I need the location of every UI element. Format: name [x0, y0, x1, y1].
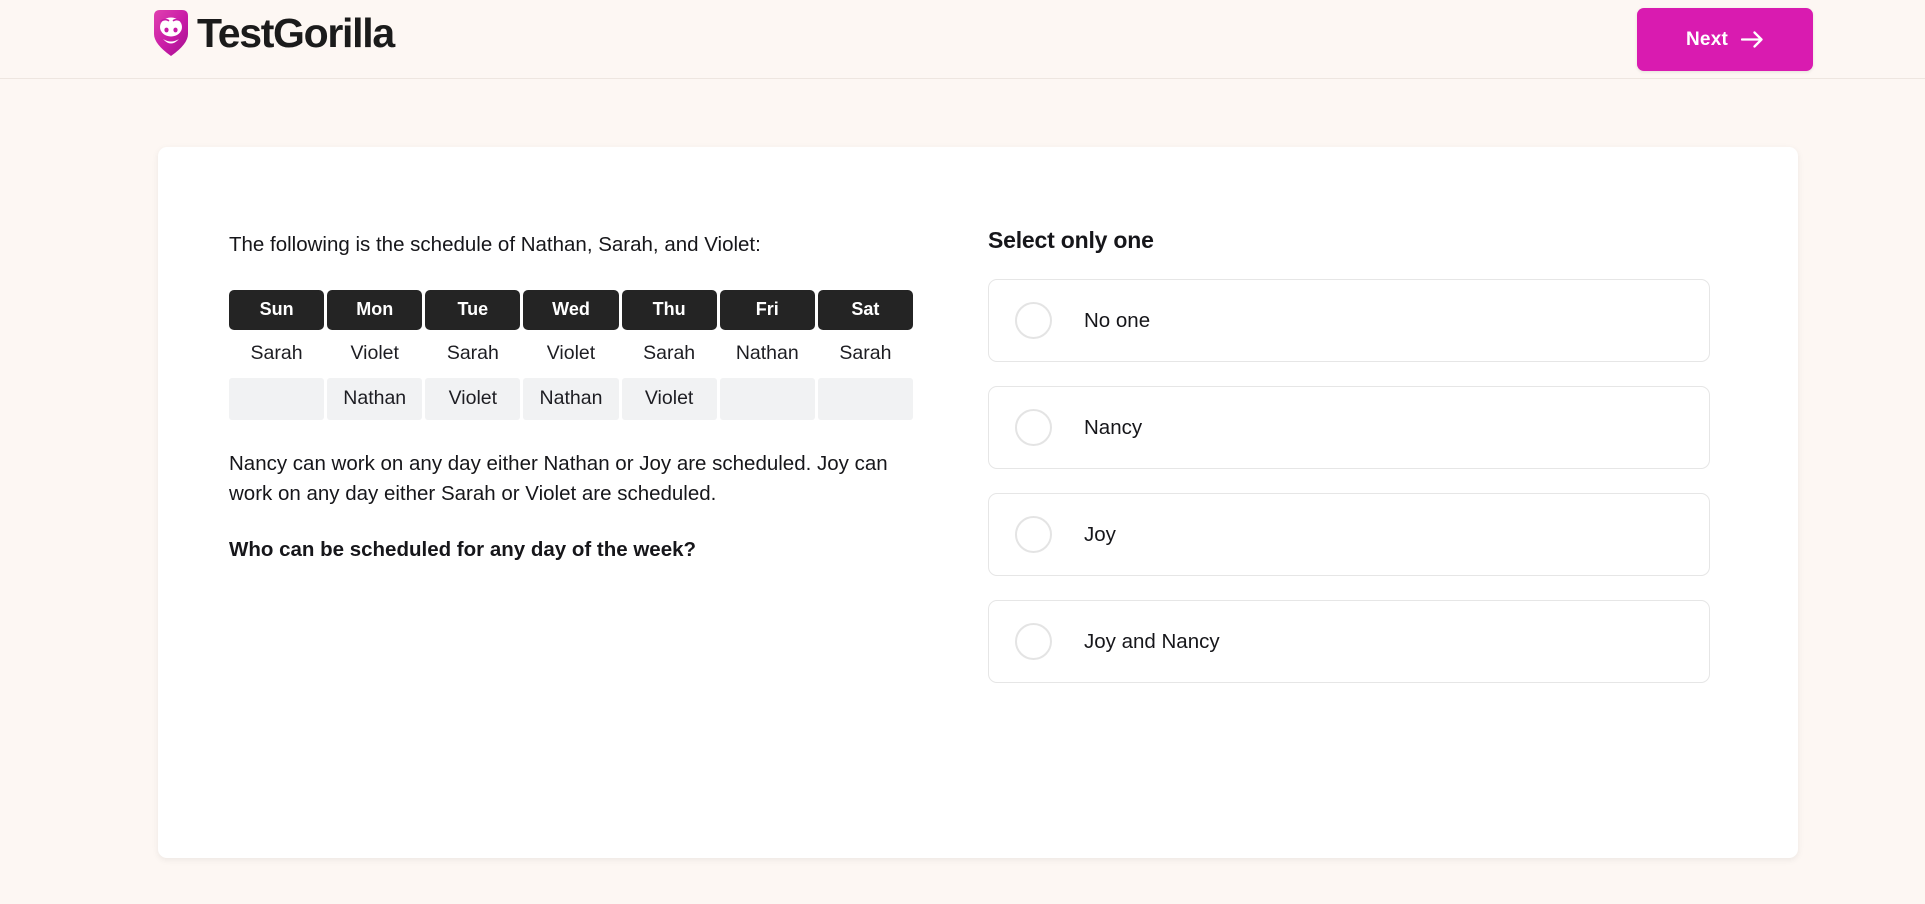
- schedule-header-cell: Tue: [425, 289, 521, 330]
- schedule-cell: Sarah: [229, 332, 325, 375]
- schedule-header-cell: Thu: [621, 289, 717, 330]
- brand-name: TestGorilla: [197, 9, 395, 56]
- table-row: Sarah Violet Sarah Violet Sarah Nathan S…: [229, 332, 913, 375]
- schedule-cell: Violet: [621, 377, 717, 420]
- answer-option-label: Joy and Nancy: [1084, 629, 1220, 653]
- next-button-label: Next: [1686, 28, 1728, 50]
- radio-button-icon[interactable]: [1015, 516, 1052, 553]
- schedule-cell: Sarah: [621, 332, 717, 375]
- schedule-table: Sun Mon Tue Wed Thu Fri Sat Sarah Violet…: [226, 287, 916, 423]
- intro-text: The following is the schedule of Nathan,…: [229, 233, 761, 256]
- schedule-cell: [229, 377, 325, 420]
- answer-option-nancy[interactable]: Nancy: [988, 386, 1710, 469]
- schedule-cell: Nathan: [523, 377, 619, 420]
- answer-option-no-one[interactable]: No one: [988, 279, 1710, 362]
- question-panel: The following is the schedule of Nathan,…: [158, 147, 958, 858]
- schedule-cell: Violet: [425, 377, 521, 420]
- answer-option-label: Nancy: [1084, 415, 1143, 439]
- schedule-header-cell: Sat: [817, 289, 913, 330]
- schedule-cell: Sarah: [817, 332, 913, 375]
- select-instruction: Select only one: [988, 227, 1154, 253]
- radio-button-icon[interactable]: [1015, 409, 1052, 446]
- answer-option-label: No one: [1084, 308, 1151, 332]
- gorilla-shield-icon: [152, 8, 190, 58]
- schedule-header-cell: Mon: [327, 289, 423, 330]
- schedule-cell: Nathan: [719, 332, 815, 375]
- radio-button-icon[interactable]: [1015, 302, 1052, 339]
- answers-panel: Select only one No one Nancy Joy Joy and…: [958, 147, 1798, 858]
- answer-option-joy-and-nancy[interactable]: Joy and Nancy: [988, 600, 1710, 683]
- arrow-right-icon: [1740, 31, 1764, 48]
- schedule-cell: Sarah: [425, 332, 521, 375]
- schedule-cell: [817, 377, 913, 420]
- radio-button-icon[interactable]: [1015, 623, 1052, 660]
- table-row: Nathan Violet Nathan Violet: [229, 377, 913, 420]
- schedule-header-row: Sun Mon Tue Wed Thu Fri Sat: [229, 289, 913, 330]
- schedule-header-cell: Sun: [229, 289, 325, 330]
- schedule-cell: Nathan: [327, 377, 423, 420]
- question-card: The following is the schedule of Nathan,…: [158, 147, 1798, 858]
- condition-text: Nancy can work on any day either Nathan …: [229, 451, 888, 505]
- schedule-cell: Violet: [523, 332, 619, 375]
- question-prompt: Who can be scheduled for any day of the …: [229, 537, 697, 561]
- next-button[interactable]: Next: [1637, 8, 1813, 71]
- schedule-header-cell: Fri: [719, 289, 815, 330]
- answer-option-joy[interactable]: Joy: [988, 493, 1710, 576]
- schedule-header-cell: Wed: [523, 289, 619, 330]
- schedule-cell: [719, 377, 815, 420]
- answer-option-label: Joy: [1084, 522, 1116, 546]
- schedule-cell: Violet: [327, 332, 423, 375]
- brand-logo: TestGorilla: [152, 8, 395, 58]
- app-header: TestGorilla Next: [0, 0, 1925, 79]
